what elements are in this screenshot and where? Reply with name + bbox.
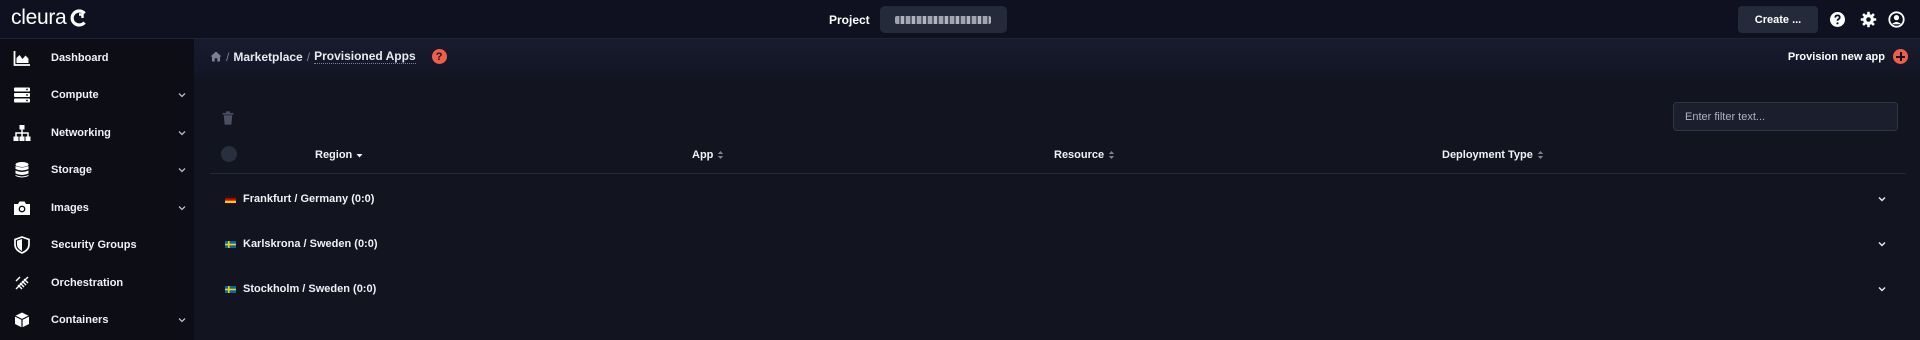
sidebar-item-orchestration[interactable]: Orchestration — [0, 264, 194, 302]
sidebar-item-images[interactable]: Images — [0, 189, 194, 227]
region-group-label: Stockholm / Sweden (0:0) — [243, 283, 377, 295]
column-label: App — [692, 149, 714, 161]
server-icon — [14, 87, 30, 103]
column-header-resource[interactable]: Resource — [1054, 149, 1115, 161]
germany-flag-icon — [225, 195, 236, 203]
shield-icon — [14, 236, 30, 255]
chevron-down-icon[interactable] — [1877, 239, 1887, 249]
plus-icon — [1893, 49, 1908, 64]
project-label: Project — [829, 12, 870, 27]
region-group-label: Karlskrona / Sweden (0:0) — [243, 238, 378, 250]
breadcrumb-marketplace[interactable]: Marketplace — [233, 50, 302, 64]
region-group-label: Frankfurt / Germany (0:0) — [243, 193, 375, 205]
chevron-down-icon[interactable] — [1877, 284, 1887, 294]
chevron-down-icon — [178, 318, 186, 323]
project-selector-group: Project — [829, 6, 1007, 33]
sidebar-item-label: Containers — [51, 314, 109, 327]
region-group-frankfurt[interactable]: Frankfurt / Germany (0:0) — [194, 188, 1920, 210]
create-button[interactable]: Create ... — [1738, 6, 1818, 33]
sort-icon — [718, 151, 724, 159]
network-icon — [13, 124, 31, 141]
box-icon — [14, 312, 30, 328]
sidebar-item-label: Dashboard — [51, 51, 109, 64]
top-bar: cleura Project Create ... — [0, 0, 1920, 39]
cleura-logo[interactable]: cleura — [11, 6, 88, 30]
column-label: Deployment Type — [1442, 149, 1533, 161]
chart-icon — [13, 50, 30, 66]
column-label: Region — [315, 149, 353, 161]
main-content: Region App Resource Deployment Type Fran… — [194, 75, 1920, 340]
chevron-down-icon — [178, 130, 186, 136]
sidebar-item-networking[interactable]: Networking — [0, 114, 194, 152]
content-header: / Marketplace / Provisioned Apps ? Provi… — [194, 39, 1920, 75]
sort-icon — [1108, 151, 1115, 159]
column-header-region[interactable]: Region — [315, 149, 363, 161]
region-group-stockholm[interactable]: Stockholm / Sweden (0:0) — [194, 278, 1920, 300]
table-header-divider — [210, 173, 1906, 174]
database-icon — [15, 162, 29, 178]
chevron-down-icon — [178, 168, 186, 173]
chevron-down-icon — [178, 205, 186, 211]
column-label: Resource — [1054, 149, 1105, 161]
sidebar: Dashboard Compute Networking Storage Ima… — [0, 39, 194, 340]
page-help-icon[interactable]: ? — [431, 49, 447, 64]
sidebar-item-label: Compute — [51, 89, 99, 102]
column-header-deployment-type[interactable]: Deployment Type — [1442, 149, 1544, 161]
column-header-app[interactable]: App — [692, 149, 724, 161]
camera-icon — [14, 201, 30, 215]
filter-input[interactable] — [1673, 102, 1898, 131]
breadcrumb: / Marketplace / Provisioned Apps ? — [210, 49, 447, 64]
breadcrumb-separator: / — [226, 49, 230, 64]
sweden-flag-icon — [225, 285, 236, 293]
provision-new-app-button[interactable]: Provision new app — [1788, 49, 1908, 64]
sidebar-item-label: Images — [51, 201, 89, 214]
project-select[interactable] — [879, 6, 1007, 33]
help-icon[interactable] — [1829, 11, 1846, 28]
sidebar-item-security-groups[interactable]: Security Groups — [0, 227, 194, 265]
sidebar-item-label: Security Groups — [51, 239, 137, 252]
provision-new-app-label: Provision new app — [1787, 50, 1885, 63]
sidebar-item-containers[interactable]: Containers — [0, 302, 194, 340]
delete-trash-icon[interactable] — [222, 111, 234, 125]
sweden-flag-icon — [225, 240, 236, 248]
sidebar-item-storage[interactable]: Storage — [0, 152, 194, 190]
sidebar-item-label: Storage — [51, 164, 92, 177]
project-name-redacted — [895, 15, 992, 24]
sidebar-item-dashboard[interactable]: Dashboard — [0, 39, 194, 77]
region-group-karlskrona[interactable]: Karlskrona / Sweden (0:0) — [194, 233, 1920, 255]
chevron-down-icon — [178, 93, 186, 98]
logo-text: cleura — [11, 6, 67, 29]
sidebar-item-label: Networking — [51, 126, 111, 139]
breadcrumb-separator: / — [306, 49, 311, 64]
gear-icon[interactable] — [1860, 11, 1877, 28]
breadcrumb-provisioned-apps: Provisioned Apps — [314, 49, 416, 64]
orchestration-icon — [15, 276, 29, 290]
sidebar-item-label: Orchestration — [51, 276, 124, 289]
select-all-checkbox[interactable] — [221, 146, 237, 162]
sort-icon — [1537, 151, 1544, 159]
logo-mark-icon — [70, 9, 87, 27]
chevron-down-icon[interactable] — [1877, 194, 1887, 204]
sort-desc-icon — [356, 154, 363, 158]
user-account-icon[interactable] — [1888, 11, 1905, 28]
home-icon[interactable] — [210, 51, 222, 62]
sidebar-item-compute[interactable]: Compute — [0, 77, 194, 115]
